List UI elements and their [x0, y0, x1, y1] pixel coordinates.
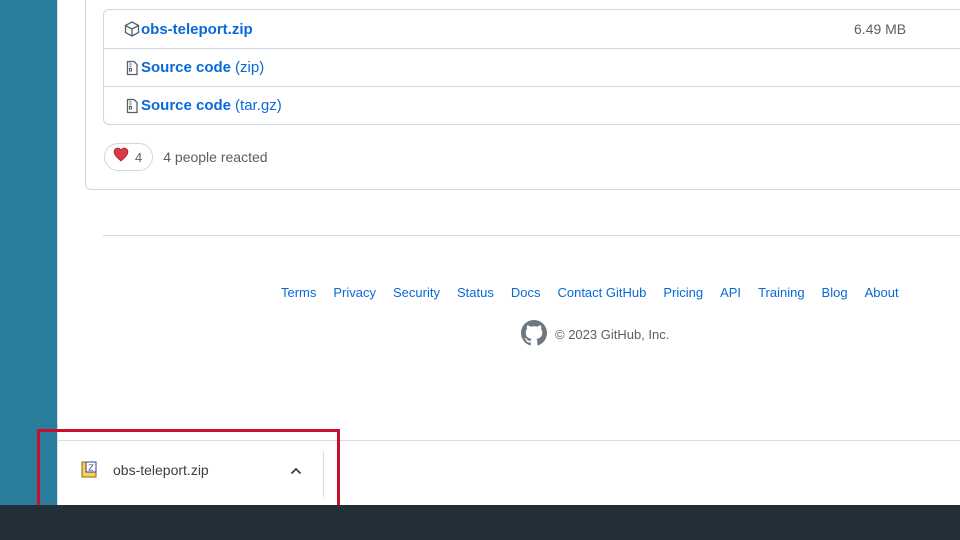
asset-link[interactable]: obs-teleport.zip: [141, 21, 253, 38]
footer-link-training[interactable]: Training: [758, 285, 804, 300]
footer-copyright: © 2023 GitHub, Inc.: [521, 320, 669, 349]
reactions: 4 4 people reacted: [104, 143, 268, 171]
footer-link-privacy[interactable]: Privacy: [333, 285, 376, 300]
copyright-text: © 2023 GitHub, Inc.: [555, 327, 670, 342]
github-logo-icon[interactable]: [521, 320, 547, 349]
footer-link-docs[interactable]: Docs: [511, 285, 541, 300]
asset-link[interactable]: Source code: [141, 59, 231, 76]
footer-link-api[interactable]: API: [720, 285, 741, 300]
asset-suffix: (tar.gz): [235, 97, 282, 114]
footer-link-security[interactable]: Security: [393, 285, 440, 300]
package-icon: [123, 20, 141, 38]
asset-row-source-zip[interactable]: Source code (zip): [104, 48, 960, 86]
reaction-summary: 4 people reacted: [163, 149, 268, 165]
footer-links: Terms Privacy Security Status Docs Conta…: [281, 285, 916, 300]
footer-link-blog[interactable]: Blog: [822, 285, 848, 300]
file-zip-icon: [123, 97, 141, 115]
asset-link[interactable]: Source code: [141, 97, 231, 114]
footer-link-terms[interactable]: Terms: [281, 285, 316, 300]
release-page: obs-teleport.zip 6.49 MB Source code (zi…: [58, 0, 960, 440]
assets-list: obs-teleport.zip 6.49 MB Source code (zi…: [103, 9, 960, 125]
asset-size: 6.49 MB: [854, 21, 907, 37]
footer-link-about[interactable]: About: [865, 285, 899, 300]
footer-link-status[interactable]: Status: [457, 285, 494, 300]
asset-suffix: (zip): [235, 59, 265, 76]
footer-link-pricing[interactable]: Pricing: [663, 285, 703, 300]
footer-divider: [103, 235, 960, 236]
file-zip-icon: [123, 59, 141, 77]
taskbar: [0, 505, 960, 540]
heart-reaction-button[interactable]: 4: [104, 143, 154, 171]
reaction-count: 4: [135, 149, 143, 165]
asset-row-source-targz[interactable]: Source code (tar.gz): [104, 86, 960, 124]
heart-icon: [113, 147, 129, 167]
footer-link-contact[interactable]: Contact GitHub: [557, 285, 646, 300]
asset-row-obs-teleport-zip[interactable]: obs-teleport.zip 6.49 MB: [104, 10, 960, 48]
